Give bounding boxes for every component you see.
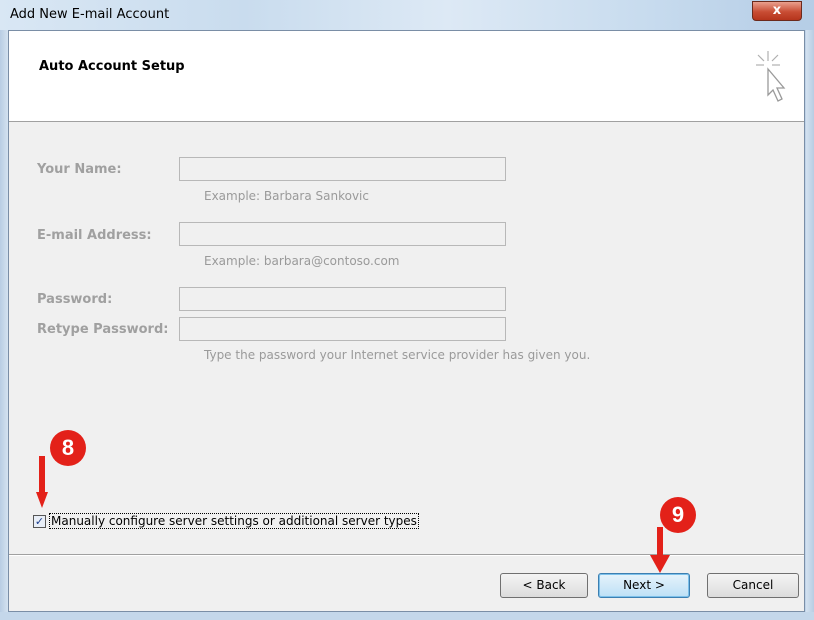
window-title: Add New E-mail Account [10, 7, 170, 22]
title-bar[interactable]: Add New E-mail Account x [0, 0, 814, 30]
window-frame-bottom [0, 612, 814, 620]
your-name-hint: Example: Barbara Sankovic [204, 189, 369, 203]
window-frame-right [806, 30, 814, 620]
manual-config-checkbox[interactable]: ✓ [33, 515, 46, 528]
dialog-window: Add New E-mail Account x Auto Account Se… [0, 0, 814, 620]
wizard-header: Auto Account Setup [9, 31, 804, 122]
email-address-hint: Example: barbara@contoso.com [204, 254, 400, 268]
step-8-arrow-icon [36, 456, 48, 508]
email-address-label: E-mail Address: [37, 228, 152, 243]
your-name-label: Your Name: [37, 162, 122, 177]
password-hint: Type the password your Internet service … [204, 348, 591, 362]
footer-divider [9, 554, 804, 556]
retype-password-label: Retype Password: [37, 322, 169, 337]
email-address-input[interactable] [179, 222, 506, 246]
cancel-button[interactable]: Cancel [707, 573, 799, 598]
step-9-arrow-icon [650, 527, 670, 573]
password-label: Password: [37, 292, 113, 307]
close-button[interactable]: x [752, 1, 802, 21]
retype-password-input[interactable] [179, 317, 506, 341]
close-icon: x [772, 3, 782, 18]
page-title: Auto Account Setup [39, 59, 185, 74]
manual-config-label[interactable]: Manually configure server settings or ad… [49, 513, 419, 529]
window-frame-left [0, 30, 8, 620]
your-name-input[interactable] [179, 157, 506, 181]
cursor-sparkle-icon [756, 51, 786, 102]
next-button[interactable]: Next > [598, 573, 690, 598]
password-input[interactable] [179, 287, 506, 311]
back-button[interactable]: < Back [500, 573, 588, 598]
